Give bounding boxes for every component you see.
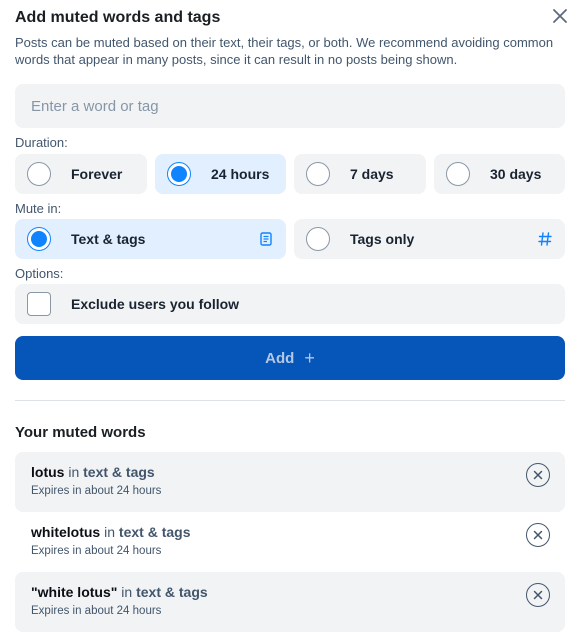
- mute-in-option-label: Tags only: [350, 231, 415, 247]
- word-input[interactable]: [15, 84, 565, 128]
- remove-muted-word-button[interactable]: [526, 463, 550, 487]
- radio-icon: [27, 162, 51, 186]
- radio-icon: [27, 227, 51, 251]
- hashtag-icon: [538, 232, 552, 246]
- duration-24-hours[interactable]: 24 hours: [155, 154, 286, 194]
- options-label: Options:: [15, 266, 64, 281]
- muted-word: "white lotus": [31, 584, 118, 600]
- exclude-following-label: Exclude users you follow: [71, 296, 240, 312]
- checkbox[interactable]: [27, 292, 51, 316]
- duration-option-label: 24 hours: [211, 166, 270, 182]
- radio-icon: [306, 162, 330, 186]
- mute-in-text-and-tags[interactable]: Text & tags: [15, 219, 286, 259]
- mute-in-label: Mute in:: [15, 201, 62, 216]
- dialog-title: Add muted words and tags: [15, 9, 221, 26]
- muted-words-title: Your muted words: [15, 424, 146, 441]
- radio-icon: [446, 162, 470, 186]
- radio-icon: [306, 227, 330, 251]
- muted-word-item: "white lotus" in text & tags Expires in …: [15, 572, 565, 632]
- muted-word-item: whitelotus in text & tags Expires in abo…: [15, 512, 565, 572]
- duration-option-label: 7 days: [350, 166, 394, 182]
- muted-word-in: in: [121, 584, 133, 600]
- document-icon: [260, 232, 272, 246]
- muted-word-in: in: [68, 464, 80, 480]
- duration-30-days[interactable]: 30 days: [434, 154, 565, 194]
- muted-word: lotus: [31, 464, 65, 480]
- close-icon: [533, 590, 543, 600]
- mute-in-option-label: Text & tags: [71, 231, 146, 247]
- close-icon: [533, 530, 543, 540]
- mute-in-tags-only[interactable]: Tags only: [294, 219, 565, 259]
- muted-word-in: in: [104, 524, 116, 540]
- muted-word-expiry: Expires in about 24 hours: [31, 485, 162, 497]
- duration-label: Duration:: [15, 135, 68, 150]
- muted-word: whitelotus: [31, 524, 101, 540]
- muted-word-expiry: Expires in about 24 hours: [31, 545, 162, 557]
- duration-forever[interactable]: Forever: [15, 154, 147, 194]
- divider: [15, 400, 565, 401]
- muted-word-item: lotus in text & tags Expires in about 24…: [15, 452, 565, 512]
- exclude-following-option[interactable]: Exclude users you follow: [15, 284, 565, 324]
- duration-option-label: Forever: [71, 166, 123, 182]
- muted-word-expiry: Expires in about 24 hours: [31, 605, 162, 617]
- muted-word-mode: text & tags: [136, 584, 208, 600]
- plus-icon: +: [304, 348, 315, 368]
- dialog-description: Posts can be muted based on their text, …: [15, 35, 554, 67]
- remove-muted-word-button[interactable]: [526, 583, 550, 607]
- duration-7-days[interactable]: 7 days: [294, 154, 426, 194]
- remove-muted-word-button[interactable]: [526, 523, 550, 547]
- add-button[interactable]: Add +: [15, 336, 565, 380]
- close-icon: [533, 470, 543, 480]
- duration-option-label: 30 days: [490, 166, 542, 182]
- muted-word-mode: text & tags: [118, 524, 191, 540]
- close-icon: [553, 9, 567, 23]
- muted-word-mode: text & tags: [83, 464, 155, 480]
- close-button[interactable]: [549, 5, 571, 27]
- radio-icon: [167, 162, 191, 186]
- add-button-label: Add: [265, 349, 295, 367]
